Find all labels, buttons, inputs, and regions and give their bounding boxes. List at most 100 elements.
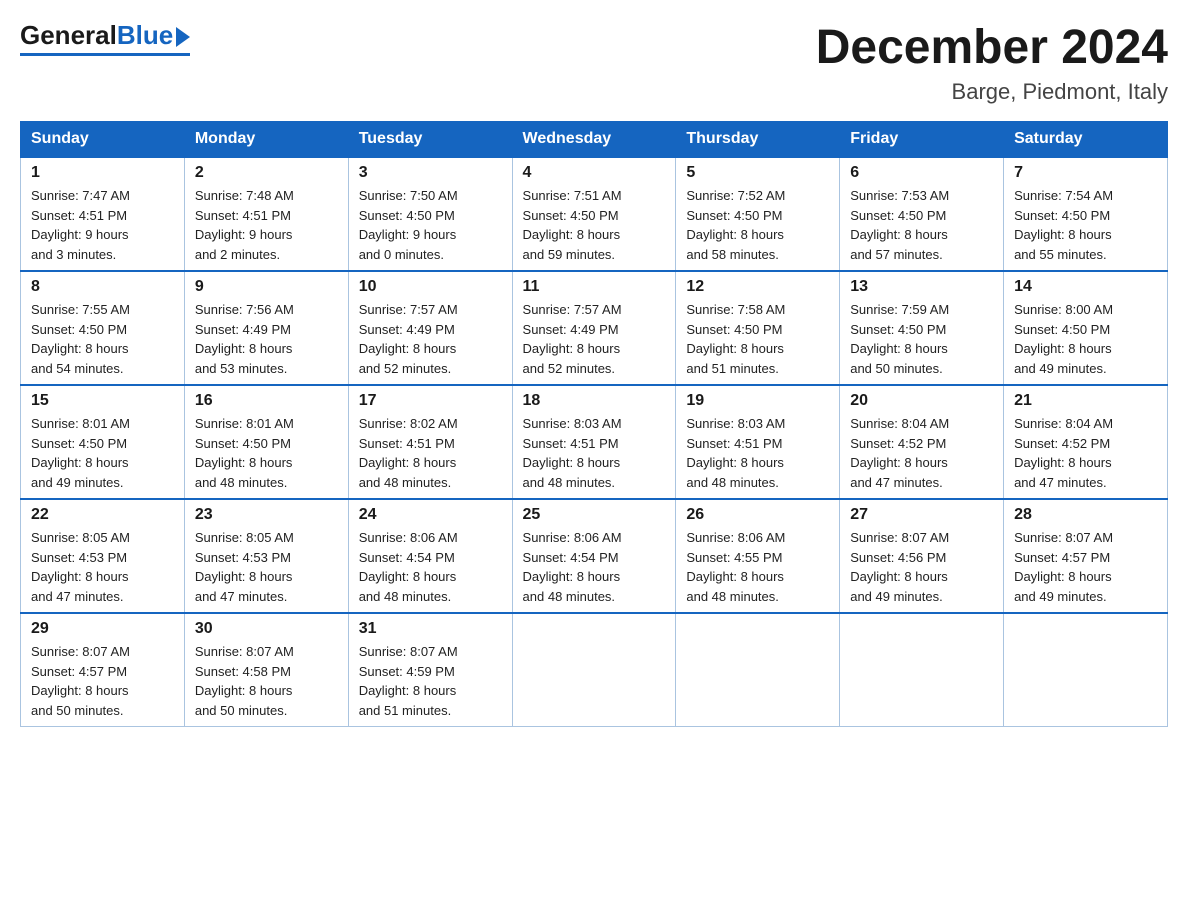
sunset-text: Sunset: 4:54 PM [523, 550, 619, 565]
logo-general-text: General [20, 20, 117, 51]
daylight2-text: and 49 minutes. [850, 589, 943, 604]
daylight2-text: and 58 minutes. [686, 247, 779, 262]
sunrise-text: Sunrise: 7:54 AM [1014, 188, 1113, 203]
daylight2-text: and 51 minutes. [686, 361, 779, 376]
day-info: Sunrise: 7:47 AM Sunset: 4:51 PM Dayligh… [31, 186, 174, 264]
day-info: Sunrise: 7:56 AM Sunset: 4:49 PM Dayligh… [195, 300, 338, 378]
daylight2-text: and 55 minutes. [1014, 247, 1107, 262]
daylight-text: Daylight: 8 hours [31, 455, 129, 470]
sunset-text: Sunset: 4:52 PM [1014, 436, 1110, 451]
day-info: Sunrise: 8:07 AM Sunset: 4:57 PM Dayligh… [31, 642, 174, 720]
day-cell-11: 11 Sunrise: 7:57 AM Sunset: 4:49 PM Dayl… [512, 271, 676, 385]
sunset-text: Sunset: 4:50 PM [850, 208, 946, 223]
sunset-text: Sunset: 4:50 PM [1014, 208, 1110, 223]
empty-cell [512, 613, 676, 727]
sunset-text: Sunset: 4:53 PM [31, 550, 127, 565]
day-cell-30: 30 Sunrise: 8:07 AM Sunset: 4:58 PM Dayl… [184, 613, 348, 727]
daylight2-text: and 59 minutes. [523, 247, 616, 262]
logo-blue-part: Blue [117, 20, 190, 51]
sunrise-text: Sunrise: 8:05 AM [31, 530, 130, 545]
daylight-text: Daylight: 8 hours [31, 569, 129, 584]
sunset-text: Sunset: 4:57 PM [1014, 550, 1110, 565]
daylight-text: Daylight: 8 hours [31, 683, 129, 698]
sunset-text: Sunset: 4:51 PM [31, 208, 127, 223]
day-info: Sunrise: 8:07 AM Sunset: 4:57 PM Dayligh… [1014, 528, 1157, 606]
day-info: Sunrise: 8:07 AM Sunset: 4:58 PM Dayligh… [195, 642, 338, 720]
day-cell-28: 28 Sunrise: 8:07 AM Sunset: 4:57 PM Dayl… [1004, 499, 1168, 613]
daylight2-text: and 48 minutes. [359, 475, 452, 490]
day-number: 17 [359, 392, 502, 410]
logo-underline [20, 53, 190, 56]
daylight-text: Daylight: 8 hours [686, 569, 784, 584]
calendar-table: SundayMondayTuesdayWednesdayThursdayFrid… [20, 121, 1168, 727]
daylight-text: Daylight: 8 hours [523, 455, 621, 470]
week-row-1: 1 Sunrise: 7:47 AM Sunset: 4:51 PM Dayli… [21, 157, 1168, 271]
day-number: 4 [523, 164, 666, 182]
daylight-text: Daylight: 8 hours [523, 341, 621, 356]
day-cell-17: 17 Sunrise: 8:02 AM Sunset: 4:51 PM Dayl… [348, 385, 512, 499]
logo: General Blue [20, 20, 190, 56]
sunrise-text: Sunrise: 8:06 AM [359, 530, 458, 545]
day-info: Sunrise: 8:06 AM Sunset: 4:55 PM Dayligh… [686, 528, 829, 606]
daylight2-text: and 49 minutes. [1014, 589, 1107, 604]
day-number: 20 [850, 392, 993, 410]
sunset-text: Sunset: 4:52 PM [850, 436, 946, 451]
month-title: December 2024 [816, 20, 1168, 75]
day-cell-10: 10 Sunrise: 7:57 AM Sunset: 4:49 PM Dayl… [348, 271, 512, 385]
day-number: 26 [686, 506, 829, 524]
sunset-text: Sunset: 4:49 PM [195, 322, 291, 337]
sunrise-text: Sunrise: 8:01 AM [195, 416, 294, 431]
daylight-text: Daylight: 8 hours [359, 341, 457, 356]
sunset-text: Sunset: 4:50 PM [523, 208, 619, 223]
sunrise-text: Sunrise: 7:50 AM [359, 188, 458, 203]
weekday-header-sunday: Sunday [21, 122, 185, 158]
sunset-text: Sunset: 4:56 PM [850, 550, 946, 565]
day-cell-12: 12 Sunrise: 7:58 AM Sunset: 4:50 PM Dayl… [676, 271, 840, 385]
daylight-text: Daylight: 8 hours [359, 683, 457, 698]
sunrise-text: Sunrise: 8:04 AM [1014, 416, 1113, 431]
sunset-text: Sunset: 4:50 PM [195, 436, 291, 451]
day-number: 22 [31, 506, 174, 524]
day-cell-7: 7 Sunrise: 7:54 AM Sunset: 4:50 PM Dayli… [1004, 157, 1168, 271]
day-number: 30 [195, 620, 338, 638]
daylight-text: Daylight: 9 hours [195, 227, 293, 242]
sunrise-text: Sunrise: 8:03 AM [523, 416, 622, 431]
day-info: Sunrise: 7:58 AM Sunset: 4:50 PM Dayligh… [686, 300, 829, 378]
day-cell-8: 8 Sunrise: 7:55 AM Sunset: 4:50 PM Dayli… [21, 271, 185, 385]
sunrise-text: Sunrise: 7:56 AM [195, 302, 294, 317]
day-info: Sunrise: 7:57 AM Sunset: 4:49 PM Dayligh… [523, 300, 666, 378]
day-info: Sunrise: 8:07 AM Sunset: 4:56 PM Dayligh… [850, 528, 993, 606]
daylight-text: Daylight: 8 hours [1014, 455, 1112, 470]
daylight2-text: and 51 minutes. [359, 703, 452, 718]
empty-cell [1004, 613, 1168, 727]
daylight2-text: and 49 minutes. [31, 475, 124, 490]
day-cell-24: 24 Sunrise: 8:06 AM Sunset: 4:54 PM Dayl… [348, 499, 512, 613]
day-info: Sunrise: 8:02 AM Sunset: 4:51 PM Dayligh… [359, 414, 502, 492]
sunset-text: Sunset: 4:51 PM [359, 436, 455, 451]
daylight2-text: and 52 minutes. [523, 361, 616, 376]
day-cell-16: 16 Sunrise: 8:01 AM Sunset: 4:50 PM Dayl… [184, 385, 348, 499]
daylight-text: Daylight: 8 hours [1014, 227, 1112, 242]
sunrise-text: Sunrise: 8:07 AM [359, 644, 458, 659]
daylight2-text: and 52 minutes. [359, 361, 452, 376]
logo-arrow-icon [176, 27, 190, 47]
day-number: 12 [686, 278, 829, 296]
sunrise-text: Sunrise: 7:53 AM [850, 188, 949, 203]
weekday-header-wednesday: Wednesday [512, 122, 676, 158]
day-number: 16 [195, 392, 338, 410]
day-cell-23: 23 Sunrise: 8:05 AM Sunset: 4:53 PM Dayl… [184, 499, 348, 613]
daylight-text: Daylight: 8 hours [686, 455, 784, 470]
day-cell-18: 18 Sunrise: 8:03 AM Sunset: 4:51 PM Dayl… [512, 385, 676, 499]
week-row-3: 15 Sunrise: 8:01 AM Sunset: 4:50 PM Dayl… [21, 385, 1168, 499]
day-cell-6: 6 Sunrise: 7:53 AM Sunset: 4:50 PM Dayli… [840, 157, 1004, 271]
daylight2-text: and 53 minutes. [195, 361, 288, 376]
sunrise-text: Sunrise: 8:07 AM [1014, 530, 1113, 545]
sunrise-text: Sunrise: 7:52 AM [686, 188, 785, 203]
day-number: 10 [359, 278, 502, 296]
daylight-text: Daylight: 8 hours [686, 341, 784, 356]
daylight2-text: and 54 minutes. [31, 361, 124, 376]
daylight-text: Daylight: 9 hours [31, 227, 129, 242]
day-number: 11 [523, 278, 666, 296]
day-info: Sunrise: 7:51 AM Sunset: 4:50 PM Dayligh… [523, 186, 666, 264]
day-info: Sunrise: 8:07 AM Sunset: 4:59 PM Dayligh… [359, 642, 502, 720]
